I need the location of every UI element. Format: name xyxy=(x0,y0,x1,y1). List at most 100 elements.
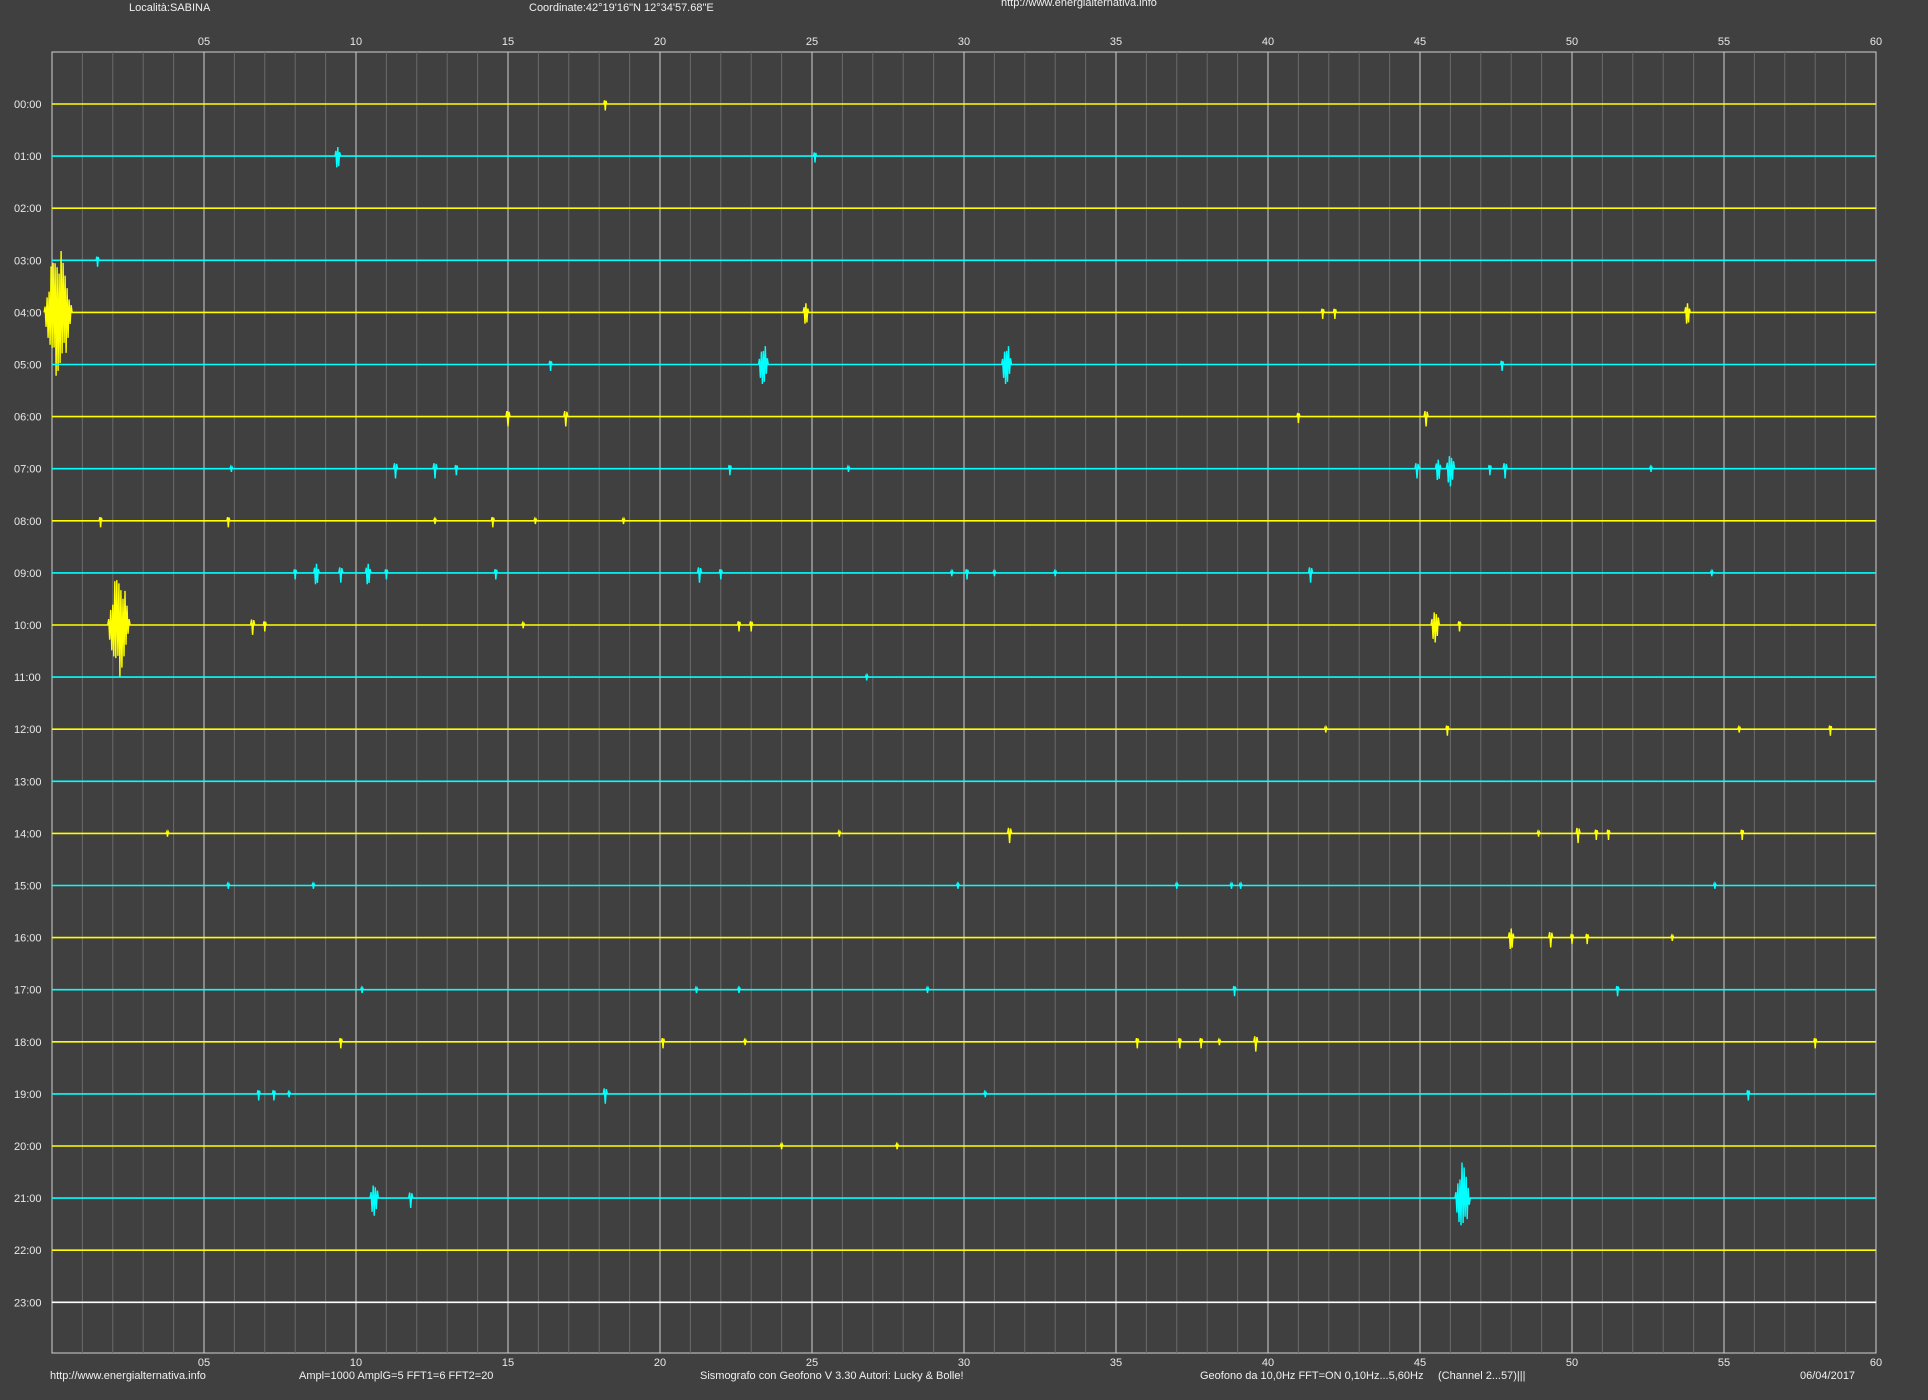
seismic-event xyxy=(749,621,754,632)
x-tick-label-bottom: 30 xyxy=(958,1357,970,1369)
seismic-event xyxy=(1296,412,1301,424)
seismic-event xyxy=(1457,621,1462,632)
seismic-event xyxy=(694,985,699,994)
seismic-event xyxy=(1712,881,1718,889)
seismic-event xyxy=(165,829,170,837)
seismic-event xyxy=(1746,1090,1751,1101)
seismic-event xyxy=(334,146,342,168)
seismic-event xyxy=(602,1088,609,1104)
seismic-event xyxy=(407,1192,414,1208)
seismic-event xyxy=(1594,829,1599,840)
seismic-event xyxy=(548,360,553,372)
seismic-event xyxy=(837,828,842,837)
x-tick-label-bottom: 60 xyxy=(1870,1357,1882,1369)
seismic-event xyxy=(1430,612,1441,643)
seismic-event xyxy=(992,568,997,577)
hour-label: 11:00 xyxy=(14,672,41,684)
seismic-event xyxy=(226,516,231,528)
seismic-event xyxy=(392,463,399,479)
x-tick-label-bottom: 35 xyxy=(1110,1357,1122,1369)
seismogram-chart: 05 05 10 10 15 15 20 20 25 25 30 30 35 35 40 40 45 45 50 50… xyxy=(14,36,1882,1369)
seismic-event xyxy=(1177,1037,1182,1049)
seismic-event xyxy=(1740,829,1745,840)
hour-label: 05:00 xyxy=(14,360,42,372)
x-tick-label-bottom: 15 xyxy=(502,1357,514,1369)
seismic-event xyxy=(286,1089,292,1098)
seismic-event xyxy=(293,569,298,580)
x-tick-label-bottom: 50 xyxy=(1566,1357,1578,1369)
hour-label: 04:00 xyxy=(14,307,42,319)
seismic-event xyxy=(1414,463,1420,479)
seismic-event xyxy=(1737,724,1742,733)
seismic-event xyxy=(983,1089,988,1098)
hour-label: 00:00 xyxy=(14,99,42,111)
hour-label: 09:00 xyxy=(14,568,42,580)
seismic-event xyxy=(1217,1037,1222,1046)
seismic-event xyxy=(369,1185,380,1216)
seismic-event xyxy=(384,569,389,580)
seismic-event xyxy=(864,672,869,681)
x-tick-label-top: 05 xyxy=(198,36,210,48)
x-tick-label-top: 30 xyxy=(958,36,970,48)
seismic-event xyxy=(1536,828,1541,837)
seismic-event xyxy=(1174,881,1179,889)
seismic-event xyxy=(1332,308,1338,319)
seismic-event xyxy=(742,1037,748,1046)
x-tick-label-top: 15 xyxy=(502,36,514,48)
hour-label: 02:00 xyxy=(14,203,42,215)
seismic-event xyxy=(432,516,438,525)
seismic-event xyxy=(727,464,733,476)
seismic-event xyxy=(1423,410,1429,427)
x-tick-label-bottom: 05 xyxy=(198,1357,210,1369)
hour-label: 08:00 xyxy=(14,516,42,528)
seismic-event xyxy=(718,569,723,580)
seismic-event xyxy=(1575,827,1581,844)
seismic-event xyxy=(1547,931,1554,948)
seismic-event xyxy=(256,1090,261,1101)
x-tick-label-top: 25 xyxy=(806,36,818,48)
seismic-event xyxy=(1323,724,1328,733)
footer-geophone: Geofono da 10,0Hz FFT=ON 0,10Hz...5,60Hz xyxy=(1200,1370,1424,1382)
hour-label: 19:00 xyxy=(14,1089,42,1101)
seismic-event xyxy=(603,100,608,111)
seismic-event xyxy=(1320,308,1325,319)
seismic-event xyxy=(521,620,526,629)
seismic-event xyxy=(1053,568,1058,577)
seismic-event xyxy=(454,464,459,476)
seismic-event xyxy=(95,256,100,267)
seismic-event xyxy=(1238,881,1243,889)
seismic-event xyxy=(757,346,769,385)
seismic-event xyxy=(533,516,538,525)
seismic-event xyxy=(955,881,961,889)
seismic-event xyxy=(894,1141,900,1150)
x-tick-label-top: 45 xyxy=(1414,36,1426,48)
hour-label: 10:00 xyxy=(14,620,42,632)
hour-label: 17:00 xyxy=(14,985,42,997)
hour-label: 23:00 xyxy=(14,1297,42,1309)
seismic-event xyxy=(1232,985,1237,997)
x-tick-label-bottom: 55 xyxy=(1718,1357,1730,1369)
seismic-event xyxy=(493,569,498,580)
hour-label: 07:00 xyxy=(14,464,42,476)
seismic-event xyxy=(964,569,970,580)
seismic-event xyxy=(949,568,954,577)
seismic-event xyxy=(779,1141,784,1150)
seismic-event xyxy=(1502,463,1508,479)
seismic-event xyxy=(432,463,438,479)
footer-url[interactable]: http://www.energialternativa.info xyxy=(50,1370,206,1382)
hour-label: 18:00 xyxy=(14,1037,42,1049)
seismic-event xyxy=(1684,303,1691,324)
x-tick-label-top: 50 xyxy=(1566,36,1578,48)
seismic-event xyxy=(1253,1036,1259,1052)
seismic-event xyxy=(1434,459,1442,481)
seismic-event xyxy=(359,985,365,994)
seismic-event xyxy=(1487,464,1493,476)
seismic-event xyxy=(696,567,703,583)
hour-label: 20:00 xyxy=(14,1141,42,1153)
hour-label: 22:00 xyxy=(14,1245,42,1257)
seismic-event xyxy=(271,1090,277,1101)
seismic-event xyxy=(229,464,234,473)
seismic-event xyxy=(226,881,231,889)
seismic-event xyxy=(43,250,73,376)
seismic-event xyxy=(1813,1037,1818,1049)
